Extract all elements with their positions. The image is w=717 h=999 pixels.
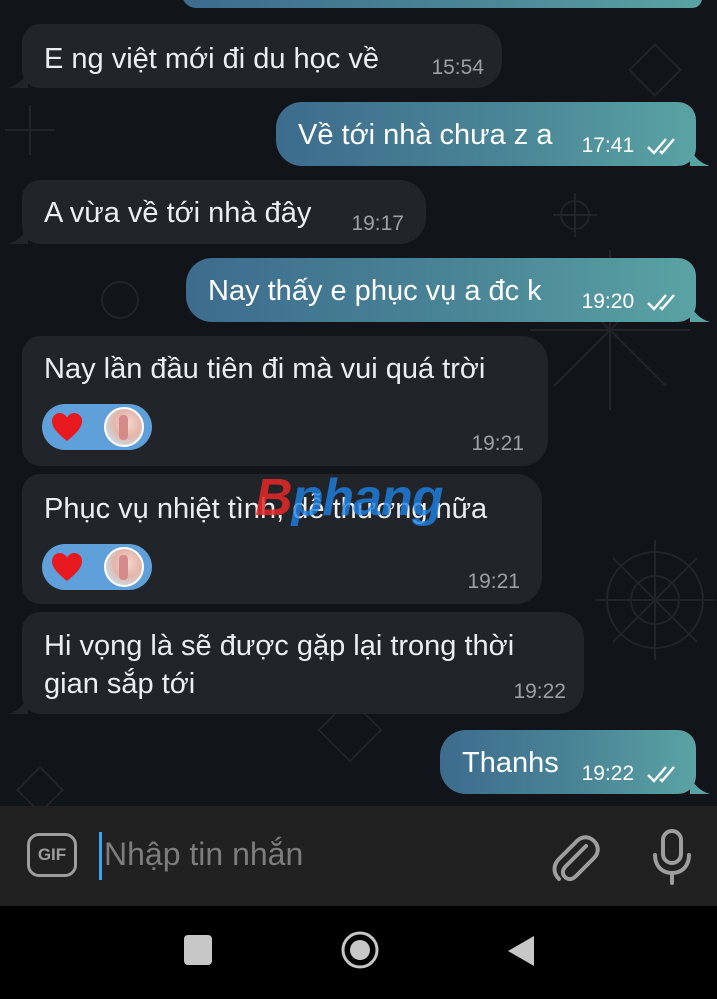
message-time: 19:21 xyxy=(471,432,524,455)
watermark-logo: Bphang xyxy=(255,469,444,527)
bubble-tail xyxy=(690,148,710,166)
message-time: 19:20 xyxy=(582,290,680,314)
message-time: 15:54 xyxy=(431,56,484,79)
message-text: Thanhs xyxy=(462,747,559,779)
reactions-pill[interactable] xyxy=(42,544,152,590)
reactor-avatar xyxy=(104,407,144,447)
message-text: Nay lần đầu tiên đi mà vui quá trời xyxy=(44,353,486,385)
message-bubble-incoming[interactable]: Hi vọng là sẽ được gặp lại trong thời gi… xyxy=(22,612,584,714)
heart-icon xyxy=(52,413,82,441)
message-time: 19:22 xyxy=(582,762,680,786)
message-text-line-1: Hi vọng là sẽ được gặp lại trong thời xyxy=(44,630,515,662)
message-time: 19:21 xyxy=(467,570,520,593)
message-bubble-outgoing[interactable]: Nay thấy e phục vụ a đc k 19:20 xyxy=(186,258,696,322)
message-text: Về tới nhà chưa z a xyxy=(298,119,553,151)
message-bubble-incoming[interactable]: A vừa về tới nhà đây 19:17 xyxy=(22,180,426,244)
double-check-icon xyxy=(647,138,675,156)
message-bubble-outgoing[interactable]: Về tới nhà chưa z a 17:41 xyxy=(276,102,696,166)
bubble-tail xyxy=(8,226,28,244)
message-text: A vừa về tới nhà đây xyxy=(44,197,312,229)
paperclip-icon[interactable] xyxy=(550,832,602,884)
message-text: E ng việt mới đi du học về xyxy=(44,43,379,75)
message-time: 19:17 xyxy=(351,212,404,235)
reactor-avatar xyxy=(104,547,144,587)
message-text-line-2: gian sắp tới xyxy=(44,668,196,700)
message-bubble-incoming[interactable]: Nay lần đầu tiên đi mà vui quá trời 19:2… xyxy=(22,336,548,466)
bubble-tail xyxy=(690,776,710,794)
gif-icon[interactable]: GIF xyxy=(27,833,77,877)
back-triangle-icon[interactable] xyxy=(506,934,536,968)
partial-outgoing-bubble xyxy=(182,0,702,8)
message-text: Nay thấy e phục vụ a đc k xyxy=(208,275,542,307)
recents-square-icon[interactable] xyxy=(184,935,212,965)
bubble-tail xyxy=(690,304,710,322)
bubble-tail xyxy=(8,696,28,714)
heart-icon xyxy=(52,553,82,581)
message-time: 17:41 xyxy=(582,134,680,158)
message-input[interactable]: Nhập tin nhắn xyxy=(104,836,303,873)
message-time: 19:22 xyxy=(513,680,566,703)
double-check-icon xyxy=(647,766,675,784)
microphone-icon[interactable] xyxy=(650,828,694,886)
bubble-tail xyxy=(8,70,28,88)
message-bubble-incoming[interactable]: E ng việt mới đi du học về 15:54 xyxy=(22,24,502,88)
message-bubble-outgoing[interactable]: Thanhs 19:22 xyxy=(440,730,696,794)
double-check-icon xyxy=(647,294,675,312)
text-cursor xyxy=(99,832,102,880)
reactions-pill[interactable] xyxy=(42,404,152,450)
home-circle-icon[interactable] xyxy=(340,930,380,970)
chat-area[interactable]: E ng việt mới đi du học về 15:54 Về tới … xyxy=(0,0,717,806)
